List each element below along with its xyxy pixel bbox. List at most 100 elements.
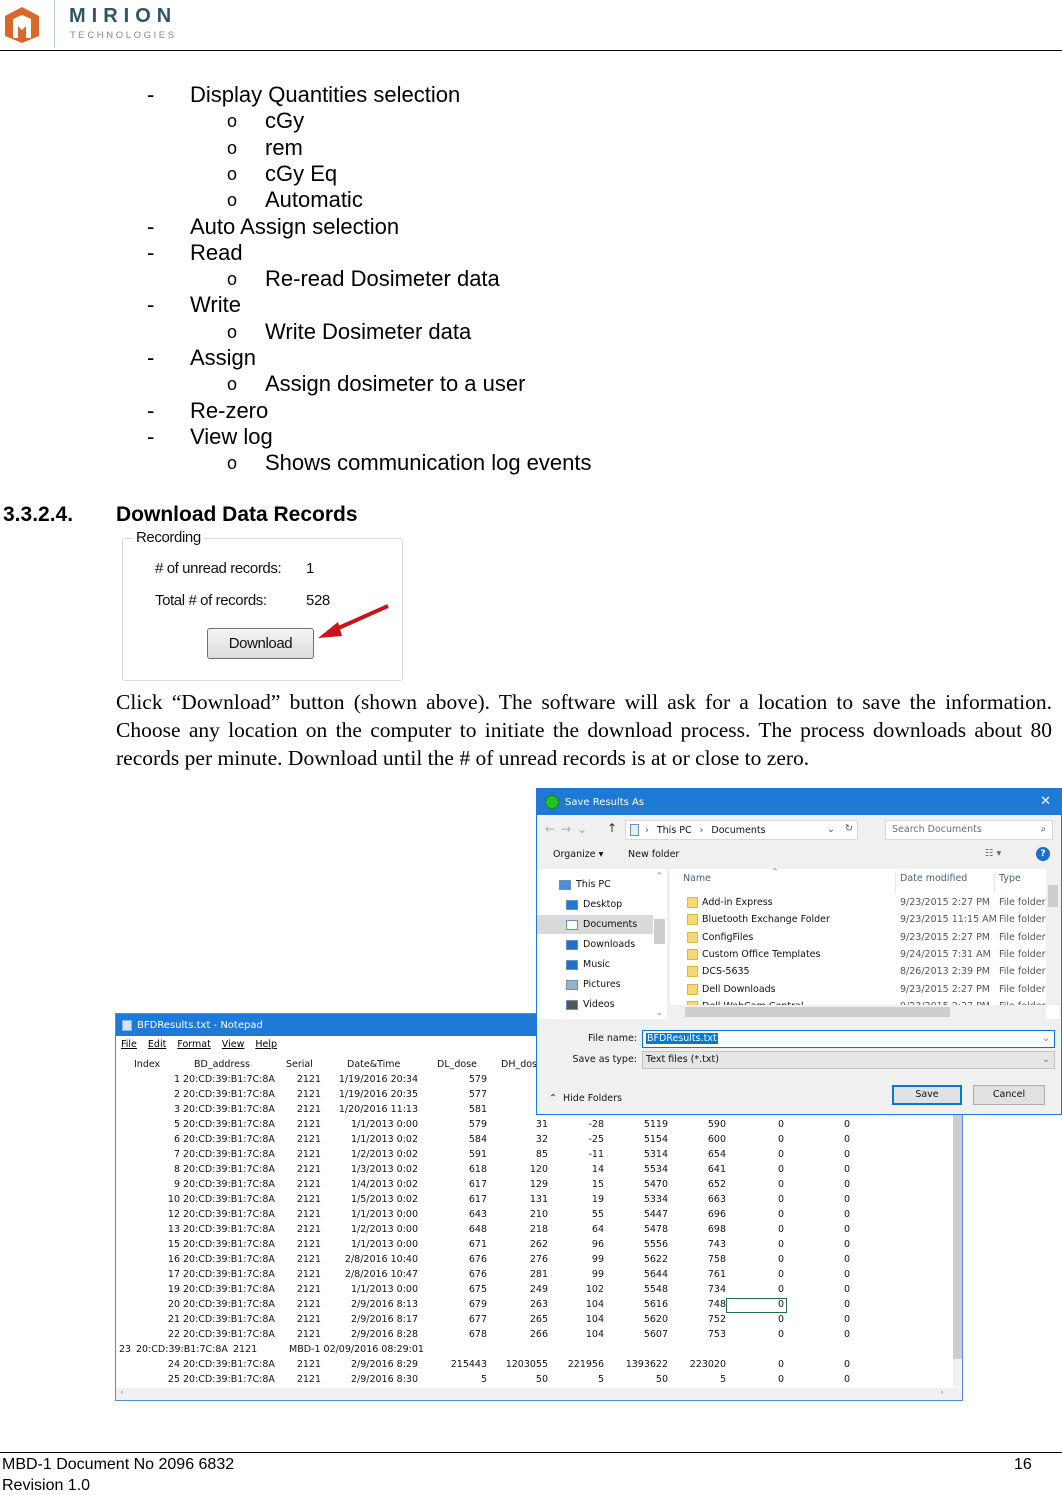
search-input[interactable]: Search Documents ⌕ — [885, 820, 1053, 840]
table-cell: 5470 — [643, 1179, 668, 1190]
column-header-name[interactable]: Name — [683, 873, 711, 884]
file-row[interactable]: Add-in Express 9/23/2015 2:27 PM File fold… — [670, 895, 1046, 912]
column-header-date[interactable]: Date modified — [900, 873, 967, 884]
new-folder-button[interactable]: New folder — [628, 849, 679, 860]
table-cell: 579 — [468, 1119, 487, 1130]
table-cell: -11 — [588, 1149, 604, 1160]
table-cell: 748 — [707, 1299, 726, 1310]
folder-icon — [687, 914, 698, 926]
file-list-horizontal-scrollbar[interactable] — [670, 1005, 1046, 1019]
scrollbar-thumb[interactable] — [685, 1007, 950, 1017]
scroll-up-icon[interactable]: ⌃ — [656, 871, 663, 880]
selected-cell[interactable] — [726, 1298, 787, 1313]
column-header-type[interactable]: Type — [999, 873, 1021, 884]
nav-pane-scrollbar[interactable]: ⌃ ⌄ — [653, 869, 667, 1019]
table-cell: 2121 — [296, 1194, 321, 1205]
table-cell: 2121 — [296, 1269, 321, 1280]
file-list-vertical-scrollbar[interactable] — [1046, 869, 1060, 1005]
list-item-text: Assign dosimeter to a user — [265, 371, 526, 397]
table-cell: 281 — [529, 1269, 548, 1280]
cancel-button[interactable]: Cancel — [973, 1085, 1045, 1105]
table-cell: 20:CD:39:B1:7C:8A — [183, 1374, 275, 1385]
table-cell: 0 — [777, 1179, 784, 1190]
file-name-input[interactable]: BFDResults.txt ⌄ — [642, 1030, 1055, 1048]
menu-help[interactable]: Help — [255, 1039, 277, 1050]
nav-item-desktop[interactable]: Desktop — [537, 895, 653, 914]
column-divider[interactable] — [994, 873, 995, 893]
notepad-horizontal-scrollbar[interactable]: ‹ › — [116, 1388, 962, 1400]
hide-folders-toggle[interactable]: ⌃ Hide Folders — [549, 1093, 622, 1104]
table-cell: 761 — [707, 1269, 726, 1280]
refresh-icon[interactable]: ↻ — [845, 823, 853, 834]
file-row[interactable]: ConfigFiles 9/23/2015 2:27 PM File folder — [670, 930, 1046, 947]
file-row[interactable]: DCS-5635 8/26/2013 2:39 PM File folder — [670, 964, 1046, 981]
table-cell: 50 — [655, 1374, 668, 1385]
scroll-down-icon[interactable]: ⌄ — [656, 1008, 663, 1017]
file-list: Name ⌃ Date modified Type Add-in Express… — [670, 867, 1060, 1019]
menu-view[interactable]: View — [222, 1039, 245, 1050]
up-arrow-icon[interactable]: ↑ — [607, 821, 617, 835]
scrollbar-thumb[interactable] — [1048, 885, 1058, 907]
list-item-text: Auto Assign selection — [190, 213, 400, 239]
organize-button[interactable]: Organize ▾ — [553, 849, 603, 860]
chevron-up-icon: ⌃ — [549, 1093, 557, 1104]
address-bar[interactable]: › This PC › Documents ⌄ ↻ — [625, 820, 858, 840]
table-cell: 5 — [173, 1119, 180, 1130]
chevron-down-icon[interactable]: ⌄ — [1042, 1031, 1050, 1047]
table-cell: 2121 — [296, 1314, 321, 1325]
table-cell: 5620 — [643, 1314, 668, 1325]
chevron-down-icon[interactable]: ⌄ — [827, 824, 835, 835]
table-cell: 0 — [777, 1119, 784, 1130]
nav-item-documents[interactable]: Documents — [537, 915, 653, 934]
menu-file[interactable]: File — [121, 1039, 137, 1050]
column-header: BD_address — [194, 1059, 250, 1070]
table-cell: 0 — [777, 1149, 784, 1160]
table-cell: 1393622 — [625, 1359, 668, 1370]
breadcrumb-documents[interactable]: Documents — [711, 825, 765, 836]
nav-item-this-pc[interactable]: This PC — [537, 875, 653, 894]
table-cell: 20:CD:39:B1:7C:8A — [183, 1119, 275, 1130]
table-cell: 676 — [468, 1269, 487, 1280]
table-cell: 581 — [468, 1104, 487, 1115]
table-cell: 20:CD:39:B1:7C:8A — [183, 1089, 275, 1100]
nav-item-music[interactable]: Music — [537, 955, 653, 974]
file-row[interactable]: Dell Downloads 9/23/2015 2:27 PM File fold… — [670, 982, 1046, 999]
table-cell: 0 — [843, 1359, 850, 1370]
scroll-left-icon[interactable]: ‹ — [120, 1388, 124, 1398]
help-icon[interactable]: ? — [1036, 847, 1050, 861]
nav-item-videos[interactable]: Videos — [537, 995, 653, 1014]
brand-name: MIRION — [69, 5, 178, 27]
table-cell: 15 — [167, 1239, 180, 1250]
list-item-text: cGy Eq — [265, 160, 338, 186]
table-cell: 591 — [468, 1149, 487, 1160]
menu-edit[interactable]: Edit — [148, 1039, 166, 1050]
menu-format[interactable]: Format — [177, 1039, 210, 1050]
chevron-down-icon[interactable]: ⌄ — [1042, 1052, 1050, 1068]
table-cell: 0 — [777, 1134, 784, 1145]
download-button[interactable]: Download — [207, 628, 314, 659]
column-divider[interactable] — [895, 873, 896, 893]
close-icon[interactable]: ✕ — [1040, 794, 1051, 809]
file-type: File folder — [999, 983, 1046, 995]
table-cell: 1/1/2013 0:00 — [350, 1209, 418, 1220]
file-name: Custom Office Templates — [702, 948, 821, 960]
table-row: 8 20:CD:39:B1:7C:8A 2121 1/3/2013 0:02 618 12… — [116, 1164, 946, 1179]
desktop-icon — [566, 899, 578, 910]
nav-item-downloads[interactable]: Downloads — [537, 935, 653, 954]
view-options-icon[interactable]: ☷ ▾ — [985, 848, 1001, 859]
file-row[interactable]: Custom Office Templates 9/24/2015 7:31 AM… — [670, 947, 1046, 964]
table-cell: 0 — [777, 1239, 784, 1250]
scrollbar-thumb[interactable] — [654, 919, 665, 944]
save-type-select[interactable]: Text files (*.txt) ⌄ — [642, 1051, 1055, 1069]
list-item-text: Display Quantities selection — [190, 82, 461, 107]
nav-item-pictures[interactable]: Pictures — [537, 975, 653, 994]
circle-bullet-icon: o — [227, 137, 238, 158]
breadcrumb-this-pc[interactable]: This PC — [657, 825, 692, 836]
scroll-right-icon[interactable]: › — [940, 1388, 944, 1398]
command-bar: Organize ▾ New folder ☷ ▾ ? — [537, 847, 1061, 865]
table-cell: 743 — [707, 1239, 726, 1250]
table-cell: 5534 — [643, 1164, 668, 1175]
back-forward-icons[interactable]: ←→⌄ — [545, 822, 593, 836]
file-row[interactable]: Bluetooth Exchange Folder 9/23/2015 11:15… — [670, 912, 1046, 929]
save-button[interactable]: Save — [892, 1085, 962, 1105]
